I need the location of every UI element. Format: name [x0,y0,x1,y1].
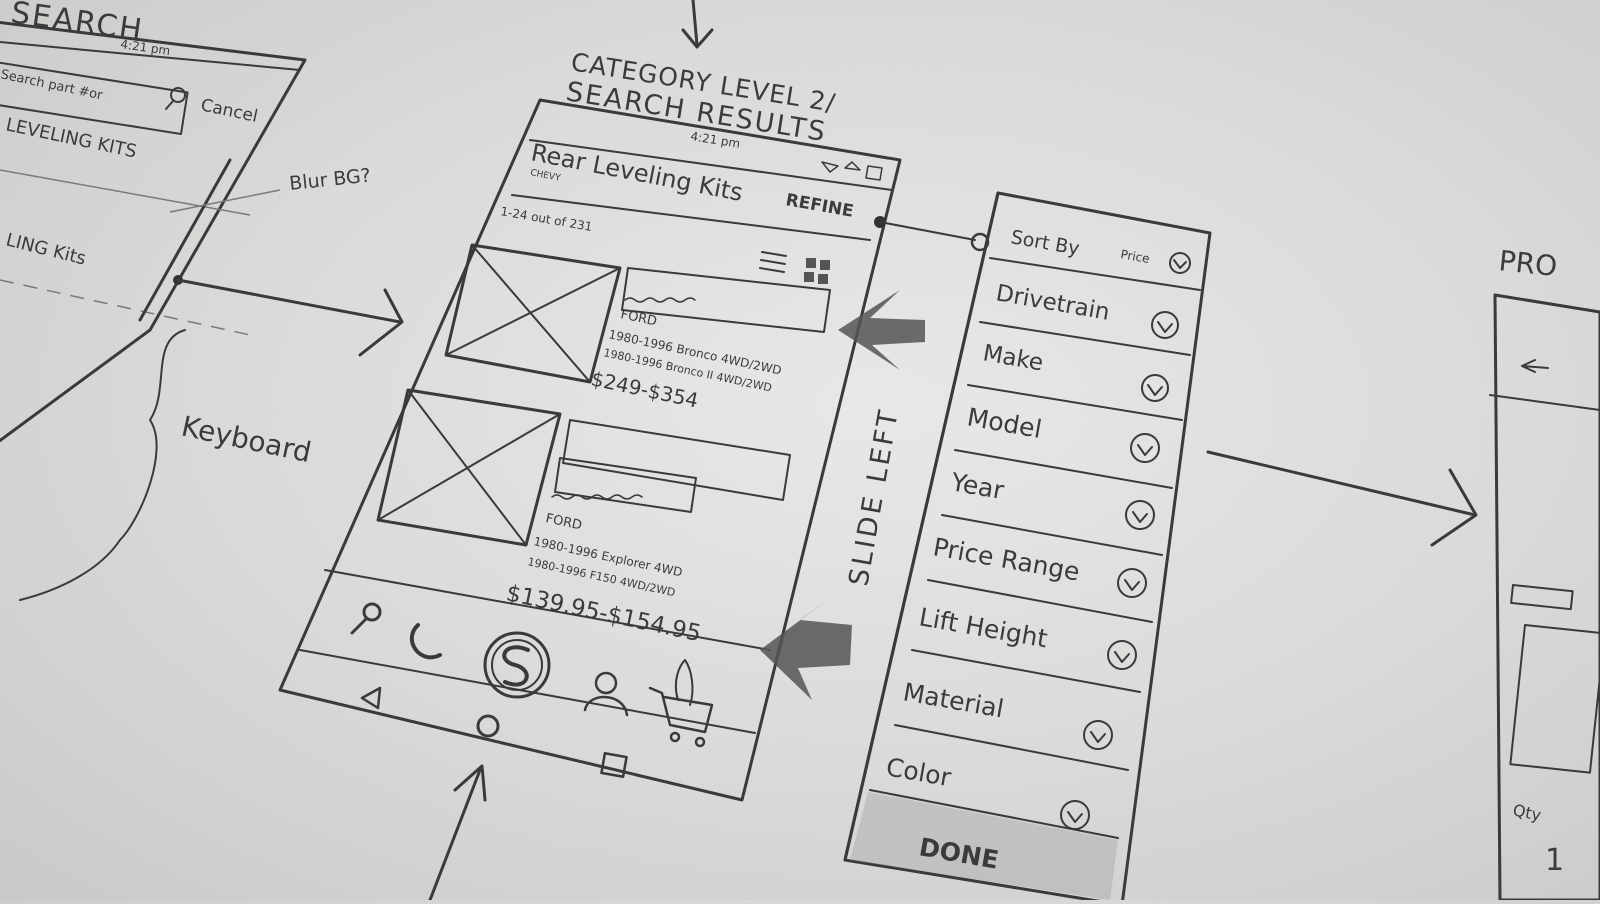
left-search-placeholder: Search part #or [0,67,104,103]
product-image-placeholder [376,388,562,547]
chevron-down-icon [1083,720,1113,750]
filter-label: Year [948,467,1007,505]
wireframe-sketch: SEARCH 4:21 pm Search part #or Cancel LE… [0,0,1600,904]
filter-row-year[interactable]: Year [948,467,1155,530]
list-view-icon[interactable] [759,251,787,273]
filter-label: Price Range [931,532,1082,586]
grid-view-icon[interactable] [804,258,830,284]
chevron-down-icon [1169,252,1191,274]
back-icon[interactable] [360,686,382,710]
brand-logo-icon[interactable] [483,631,551,699]
result-item-2[interactable]: FORD 1980-1996 Explorer 4WD 1980-1996 F1… [376,388,791,647]
right-image-placeholder [1509,624,1600,774]
refine-panel: Sort By Price Drivetrain Make Model Year [843,191,1212,904]
item-1-make: FORD [619,307,658,329]
chevron-down-icon [1141,374,1169,402]
chevron-down-icon [1125,500,1155,530]
left-cancel-button[interactable]: Cancel [199,95,259,127]
filter-label: Color [884,752,954,792]
right-product-screen: PRO Qty 1 [1489,244,1600,902]
sketch-sheet: SEARCH 4:21 pm Search part #or Cancel LE… [0,0,1600,904]
item-2-make: FORD [544,511,583,533]
center-results-screen: CATEGORY LEVEL 2/ SEARCH RESULTS 4:21 pm… [278,47,925,902]
qty-label: Qty [1511,800,1543,824]
arrow-from-bottom [428,764,487,902]
filter-label: Lift Height [917,602,1050,653]
filter-label: Drivetrain [994,280,1112,326]
phone-icon[interactable] [410,623,442,660]
chevron-down-icon [1151,311,1179,339]
chevron-down-icon [1117,568,1147,598]
recents-icon[interactable] [600,751,628,779]
back-arrow-icon[interactable] [1521,359,1549,373]
refine-button[interactable]: REFINE [784,190,855,222]
filter-row-material[interactable]: Material [901,677,1113,750]
sort-by-label: Sort By [1009,226,1081,260]
chevron-down-icon [1060,800,1090,830]
arrow-from-top [681,0,714,49]
qty-value[interactable]: 1 [1545,843,1564,878]
arrow-to-product [1206,450,1478,547]
right-screen-title: PRO [1497,244,1559,283]
search-icon[interactable] [350,602,382,635]
center-screen-title: Rear Leveling Kits [529,138,745,207]
left-list-item-1[interactable]: LEVELING KITS [4,114,139,162]
filter-label: Model [965,402,1044,444]
left-search-screen: SEARCH 4:21 pm Search part #or Cancel LE… [0,0,372,601]
results-count: 1-24 out of 231 [499,204,593,234]
annotation-blur-bg: Blur BG? [288,165,372,195]
slide-arrow-2 [760,598,852,700]
annotation-keyboard: Keyboard [179,410,315,470]
status-icons [821,161,883,181]
left-list-item-2[interactable]: LING Kits [4,229,88,269]
home-icon[interactable] [476,714,500,738]
right-placeholder-box [1510,584,1574,611]
chevron-down-icon [1130,433,1160,463]
product-image-placeholder [444,243,622,384]
filter-label: Make [981,340,1045,376]
annotation-slide-left: SLIDE LEFT [843,405,905,588]
arrow-to-results [176,278,404,357]
refine-connector [879,221,990,252]
cart-icon[interactable] [648,659,714,748]
filter-label: Material [901,677,1006,723]
chevron-down-icon [1107,640,1137,670]
sort-by-value: Price [1119,247,1150,266]
title-placeholder-bar [562,419,791,501]
